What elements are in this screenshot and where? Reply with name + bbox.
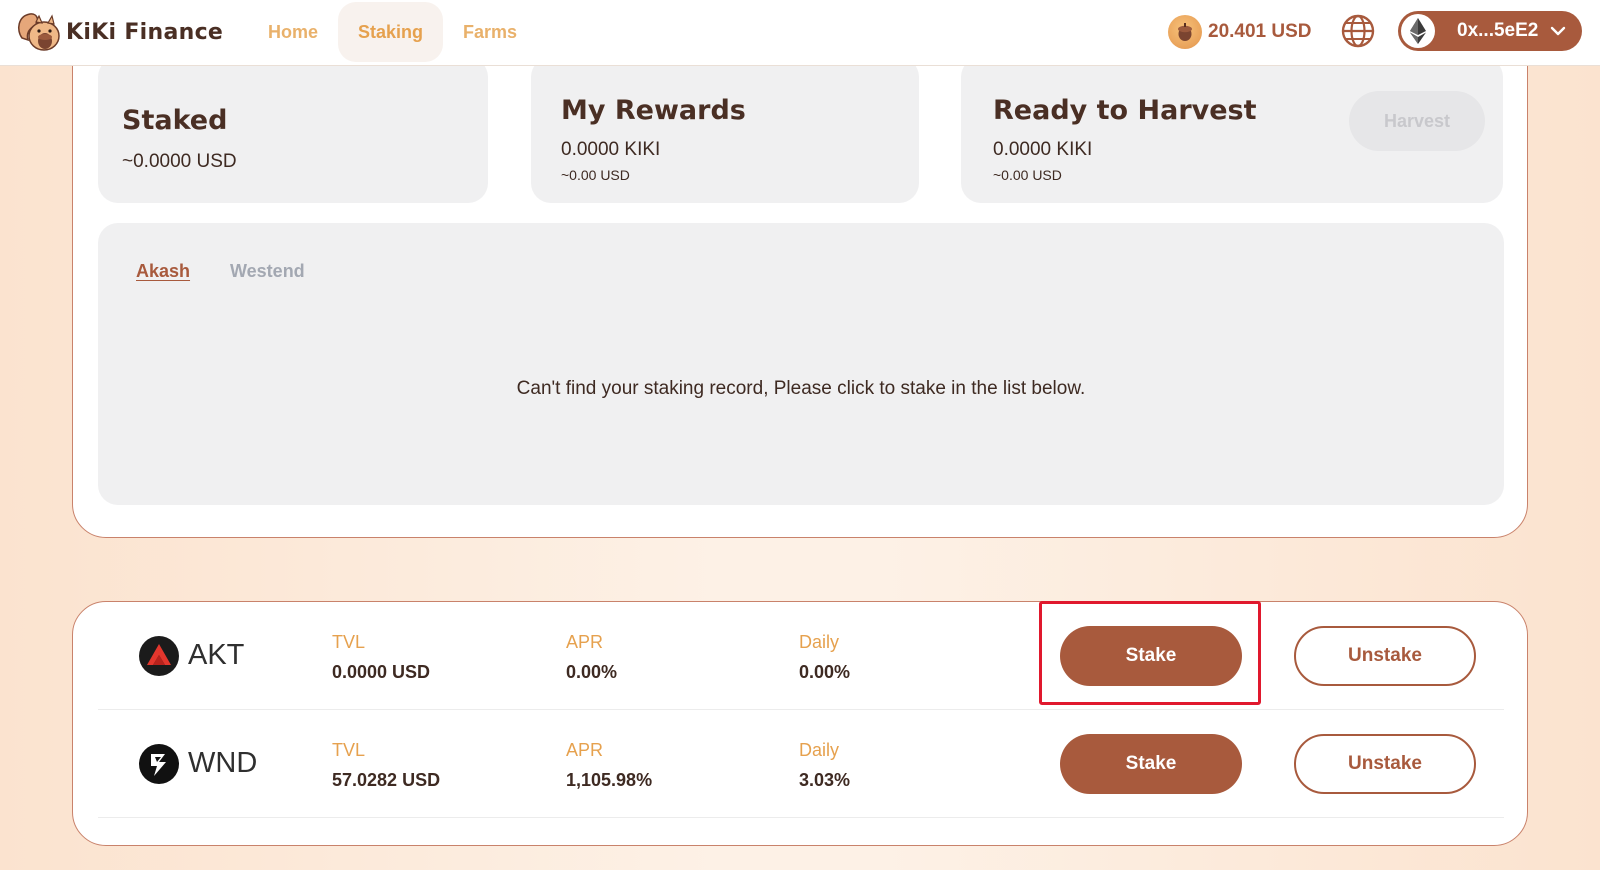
kiki-coin-icon (1168, 15, 1202, 49)
squirrel-logo-icon (17, 13, 60, 51)
apr-label: APR (566, 632, 604, 652)
ethereum-icon (1401, 14, 1435, 48)
balance-amount: 20.401 USD (1208, 21, 1312, 42)
staking-records: Akash Westend Can't find your staking re… (98, 223, 1504, 505)
daily-label: Daily (799, 740, 840, 760)
logo-text: KiKi Finance (66, 19, 224, 45)
apr-value: 0.00% (566, 662, 618, 682)
top-navigation-bar: KiKi Finance Home Staking Farms 20.401 U… (0, 0, 1600, 66)
nav-farms[interactable]: Farms (443, 2, 537, 62)
pool-row-akt: AKT TVL 0.0000 USD APR 0.00% Daily 0.00%… (98, 602, 1504, 710)
kiki-balance[interactable]: 20.401 USD (1168, 14, 1312, 50)
tvl-label: TVL (332, 740, 366, 760)
staking-pool-list: AKT TVL 0.0000 USD APR 0.00% Daily 0.00%… (72, 601, 1528, 846)
nav-staking[interactable]: Staking (338, 2, 444, 62)
tab-akash[interactable]: Akash (136, 261, 190, 282)
main-nav: Home Staking Farms (248, 2, 537, 62)
tab-westend[interactable]: Westend (230, 261, 305, 282)
my-rewards-card: My Rewards 0.0000 KIKI ~0.00 USD (531, 57, 919, 203)
unstake-button[interactable]: Unstake (1294, 734, 1476, 794)
wallet-button[interactable]: 0x...5eE2 (1398, 11, 1582, 51)
chevron-down-icon (1551, 26, 1566, 36)
wallet-address: 0x...5eE2 (1457, 20, 1539, 41)
apr-value: 1,105.98% (566, 770, 653, 790)
harvest-amount: 0.0000 KIKI (993, 139, 1093, 160)
staked-title: Staked (122, 105, 228, 136)
pool-row-wnd: WND TVL 57.0282 USD APR 1,105.98% Daily … (98, 710, 1504, 818)
daily-value: 3.03% (799, 770, 851, 790)
stake-button[interactable]: Stake (1060, 626, 1242, 686)
daily-label: Daily (799, 632, 840, 652)
logo[interactable]: KiKi Finance (14, 8, 223, 56)
tvl-label: TVL (332, 632, 366, 652)
westend-token-icon (139, 744, 179, 784)
token-name: WND (188, 747, 258, 779)
akash-token-icon (139, 636, 179, 676)
tvl-value: 0.0000 USD (332, 662, 431, 682)
staking-overview-panel: Staked ~0.0000 USD My Rewards 0.0000 KIK… (72, 20, 1528, 538)
apr-label: APR (566, 740, 604, 760)
harvest-usd: ~0.00 USD (993, 167, 1062, 183)
language-globe-icon[interactable] (1340, 13, 1376, 49)
nav-home[interactable]: Home (248, 2, 338, 62)
unstake-button[interactable]: Unstake (1294, 626, 1476, 686)
staked-amount: ~0.0000 USD (122, 151, 237, 172)
staked-card: Staked ~0.0000 USD (98, 57, 488, 203)
daily-value: 0.00% (799, 662, 851, 682)
stake-button[interactable]: Stake (1060, 734, 1242, 794)
empty-records-message: Can't find your staking record, Please c… (516, 378, 1086, 399)
harvest-title: Ready to Harvest (993, 95, 1257, 126)
rewards-title: My Rewards (561, 95, 746, 126)
ready-to-harvest-card: Ready to Harvest 0.0000 KIKI ~0.00 USD H… (961, 57, 1503, 203)
tvl-value: 57.0282 USD (332, 770, 441, 790)
token-name: AKT (188, 639, 245, 671)
harvest-button[interactable]: Harvest (1349, 91, 1485, 151)
rewards-usd: ~0.00 USD (561, 167, 630, 183)
rewards-amount: 0.0000 KIKI (561, 139, 661, 160)
